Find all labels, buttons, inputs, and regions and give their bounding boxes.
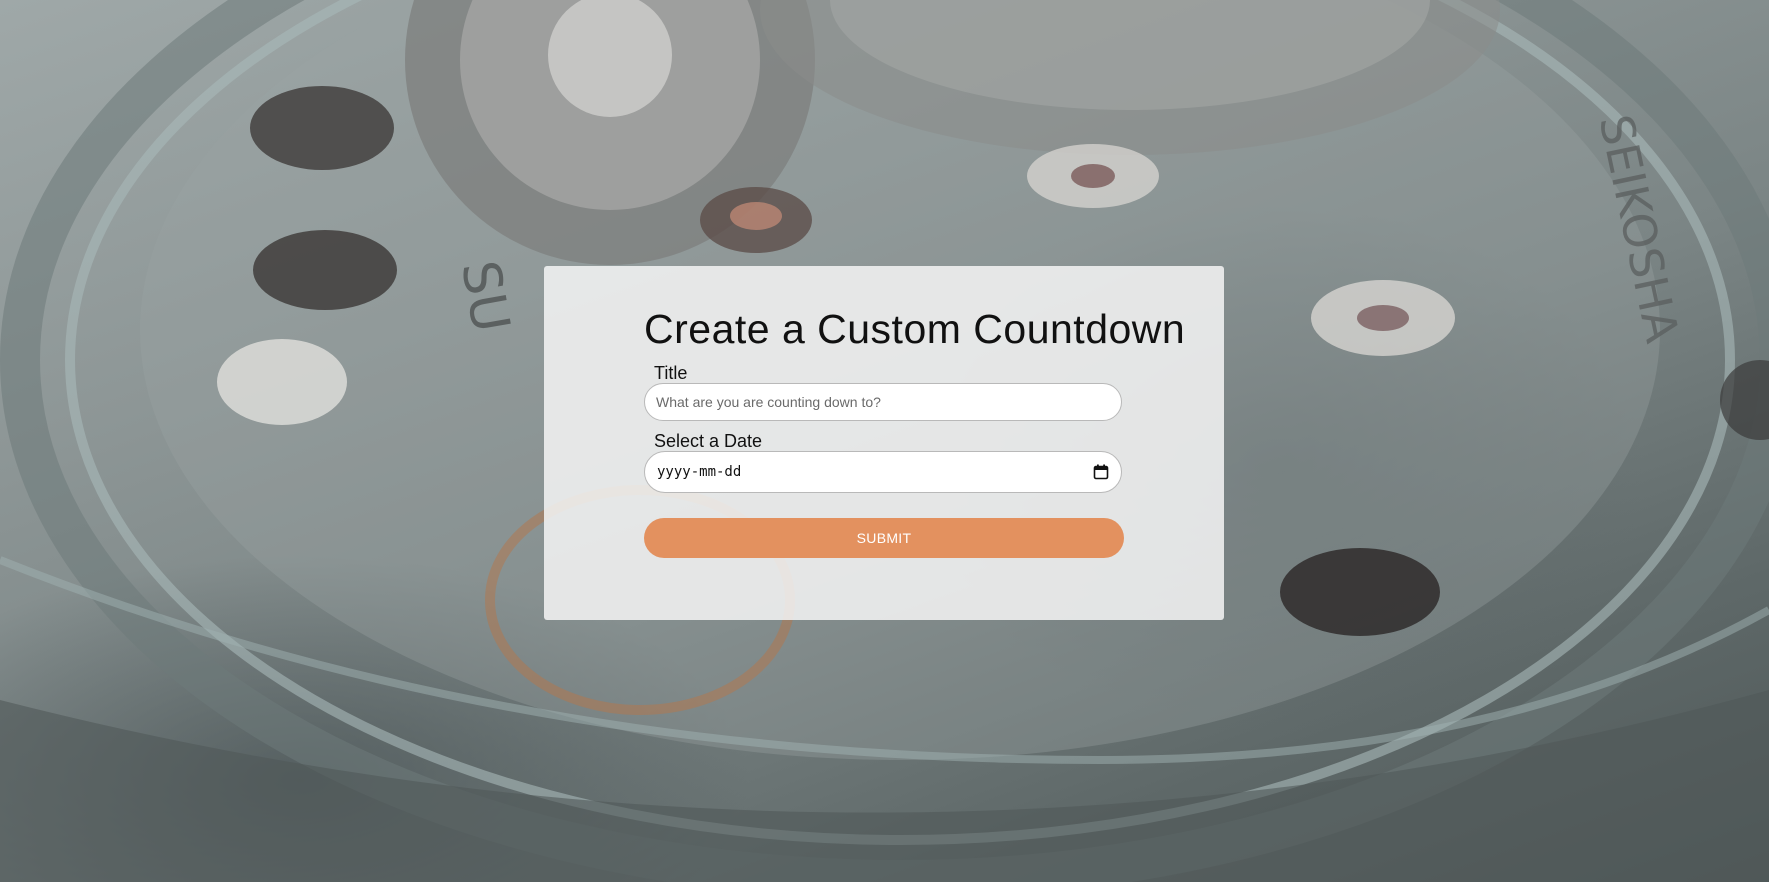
svg-text:SU: SU — [449, 256, 520, 336]
submit-button[interactable]: SUBMIT — [644, 518, 1124, 558]
date-input[interactable]: yyyy-mm-dd — [644, 451, 1122, 493]
date-input-placeholder: yyyy-mm-dd — [657, 464, 742, 480]
calendar-icon[interactable] — [1093, 464, 1109, 480]
countdown-form-card: Create a Custom Countdown Title Select a… — [544, 266, 1224, 620]
form-title: Create a Custom Countdown — [644, 306, 1186, 352]
date-field-label: Select a Date — [654, 431, 763, 451]
title-field-label: Title — [654, 363, 688, 383]
title-input[interactable] — [644, 383, 1122, 421]
